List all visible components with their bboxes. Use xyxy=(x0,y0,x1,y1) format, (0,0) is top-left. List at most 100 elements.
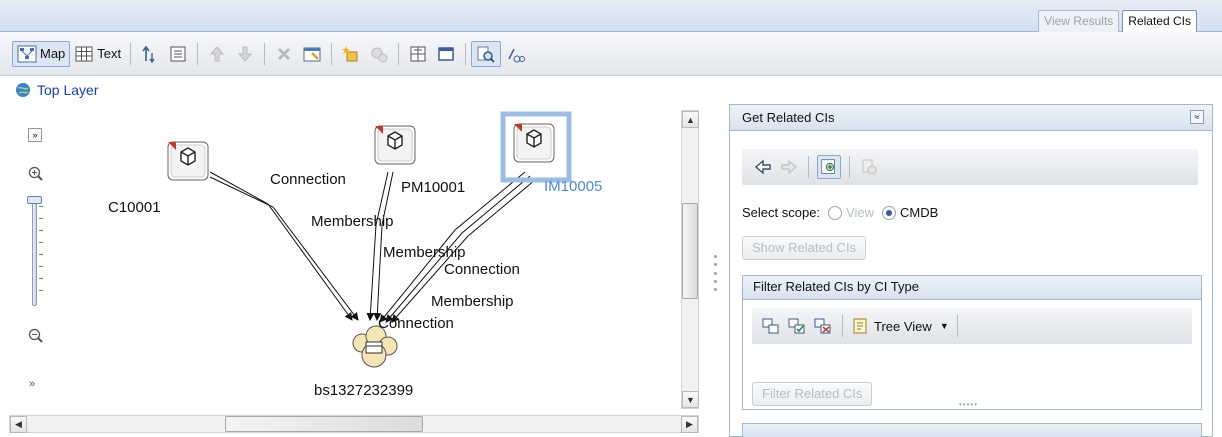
select-types-icon[interactable] xyxy=(760,315,782,337)
clear-disabled-icon xyxy=(862,159,877,175)
relation-label: Connection xyxy=(378,315,454,332)
horizontal-scroll-thumb[interactable] xyxy=(225,416,423,432)
resize-grip[interactable]: ••••• xyxy=(959,400,978,409)
toolbar-separator xyxy=(956,315,958,337)
ci-label-im10005[interactable]: IM10005 xyxy=(544,178,602,195)
topology-map[interactable]: C10001 PM10001 IM10005 bs1327232399 Conn… xyxy=(0,104,700,434)
relations-icon xyxy=(508,48,526,62)
settings-button xyxy=(365,41,393,67)
relation-label: Connection xyxy=(444,261,520,278)
move-up-button xyxy=(203,41,231,67)
ci-node-icon[interactable] xyxy=(167,141,209,181)
properties-list-button[interactable] xyxy=(164,41,192,67)
get-related-icon[interactable] xyxy=(817,155,841,179)
tree-view-dropdown[interactable]: Tree View ▼ xyxy=(851,317,949,335)
map-view-button[interactable]: Map xyxy=(12,40,71,67)
scope-cmdb-label: CMDB xyxy=(900,205,939,220)
chevron-down-icon: ▼ xyxy=(939,321,949,331)
related-cis-toolbar xyxy=(742,149,1198,185)
vertical-scroll-thumb[interactable] xyxy=(682,203,698,299)
panel-title: Get Related CIs xyxy=(742,110,835,125)
window-button[interactable] xyxy=(432,41,460,67)
tab-related-cis[interactable]: Related CIs xyxy=(1122,10,1197,33)
relationship-lines xyxy=(167,111,572,368)
relation-label: Membership xyxy=(431,293,514,310)
filter-related-cis-panel: Filter Related CIs by CI Type Tree View xyxy=(742,275,1202,410)
scope-view-label: View xyxy=(846,205,874,220)
toolbar-separator xyxy=(130,42,132,65)
delete-button xyxy=(270,41,298,67)
search-icon xyxy=(477,46,495,63)
get-related-cis-panel: Get Related CIs ≈ Select scope: View CMD… xyxy=(729,104,1213,437)
move-down-button xyxy=(231,41,259,67)
toolbar-separator xyxy=(264,42,266,65)
scroll-down-arrow[interactable]: ▼ xyxy=(682,391,699,408)
relations-button[interactable] xyxy=(501,41,529,67)
ci-node-icon[interactable] xyxy=(513,123,555,163)
toolbar-separator xyxy=(465,42,467,65)
ci-label-c10001[interactable]: C10001 xyxy=(108,199,161,216)
map-horizontal-scrollbar[interactable]: ◀ ▶ xyxy=(9,415,699,433)
toolbar-separator xyxy=(842,315,843,337)
back-arrow-icon[interactable] xyxy=(752,156,774,178)
panel-header: Get Related CIs ≈ xyxy=(730,105,1212,131)
tree-view-label: Tree View xyxy=(874,318,932,334)
business-service-icon[interactable] xyxy=(352,325,398,368)
scope-cmdb-radio[interactable] xyxy=(882,205,896,220)
header-band: View Results Related CIs xyxy=(0,0,1222,33)
relation-line[interactable] xyxy=(209,176,359,321)
forward-arrow-disabled-icon xyxy=(781,159,798,175)
map-icon xyxy=(17,45,37,62)
ci-label-pm10001[interactable]: PM10001 xyxy=(401,179,465,196)
globe-icon xyxy=(16,83,30,97)
clear-selection-icon[interactable] xyxy=(812,315,834,337)
layout-button[interactable] xyxy=(404,41,432,67)
scroll-left-arrow[interactable]: ◀ xyxy=(10,416,27,433)
gears-disabled-icon xyxy=(371,47,388,62)
show-related-cis-button: Show Related CIs xyxy=(742,236,867,260)
panel-splitter[interactable] xyxy=(714,255,718,291)
properties-button[interactable] xyxy=(298,41,326,67)
ci-node-icon[interactable] xyxy=(374,125,416,165)
filter-panel-header: Filter Related CIs by CI Type xyxy=(743,276,1201,300)
properties-icon xyxy=(303,47,321,61)
toolbar-separator xyxy=(197,42,199,65)
grid-icon xyxy=(75,46,93,61)
map-vertical-scrollbar[interactable]: ▲ ▼ xyxy=(681,110,699,409)
window-icon xyxy=(438,46,454,61)
arrow-up-disabled-icon xyxy=(210,45,225,61)
text-view-label: Text xyxy=(97,46,122,61)
tree-view-icon xyxy=(853,318,867,334)
tab-view-results[interactable]: View Results xyxy=(1038,10,1120,32)
hierarchy-arrows-icon xyxy=(142,45,155,63)
layout-tree-icon xyxy=(410,46,426,61)
toolbar-separator xyxy=(331,42,333,65)
ci-label-business-service[interactable]: bs1327232399 xyxy=(314,382,413,399)
map-view-label: Map xyxy=(40,46,66,61)
breadcrumb[interactable]: Top Layer xyxy=(15,82,98,98)
relation-label: Membership xyxy=(383,244,466,261)
delete-x-icon xyxy=(278,47,291,60)
toolbar-separator xyxy=(808,156,809,178)
view-tabs: View Results Related CIs xyxy=(1038,10,1197,33)
scroll-right-arrow[interactable]: ▶ xyxy=(681,416,698,433)
top-layer-link[interactable]: Top Layer xyxy=(37,82,98,98)
select-scope: Select scope: View CMDB xyxy=(742,205,938,220)
find-button[interactable] xyxy=(471,40,502,67)
text-view-button[interactable]: Text xyxy=(70,41,125,67)
hierarchy-button[interactable] xyxy=(136,41,164,67)
scroll-up-arrow[interactable]: ▲ xyxy=(682,111,699,128)
list-icon xyxy=(170,46,186,61)
filter-related-cis-button: Filter Related CIs xyxy=(752,382,873,406)
relation-label: Connection xyxy=(270,171,346,188)
collapsed-section-header[interactable] xyxy=(742,423,1202,437)
relation-line[interactable] xyxy=(209,171,353,321)
new-ci-button[interactable] xyxy=(337,41,365,67)
collapse-panel-button[interactable]: ≈ xyxy=(1190,110,1204,124)
filter-panel-title: Filter Related CIs by CI Type xyxy=(753,279,919,294)
scope-view-radio[interactable] xyxy=(828,205,843,220)
select-scope-label: Select scope: xyxy=(742,205,821,220)
select-all-icon[interactable] xyxy=(786,315,808,337)
toolbar-separator xyxy=(398,42,400,65)
new-star-icon xyxy=(342,45,358,61)
